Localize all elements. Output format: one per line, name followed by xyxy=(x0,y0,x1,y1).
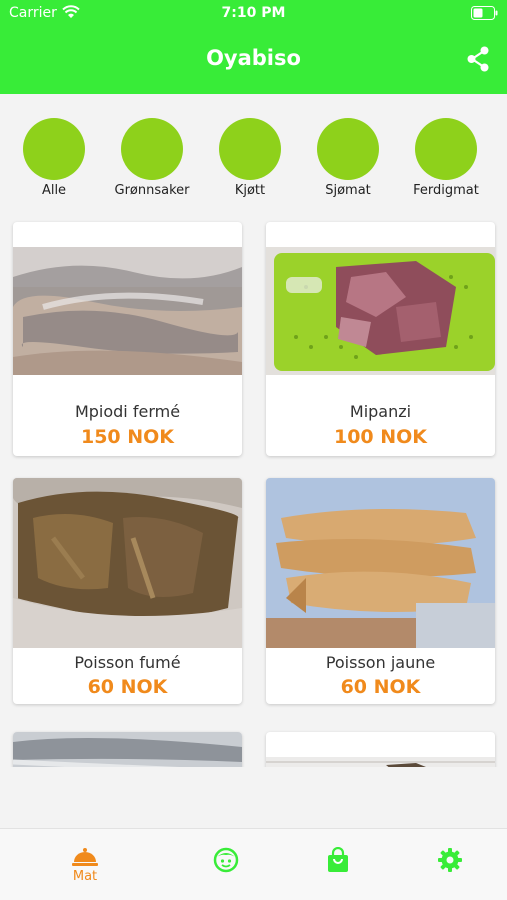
product-card[interactable]: Mipanzi 100 NOK xyxy=(266,222,495,456)
category-sjomat-circle xyxy=(317,118,379,180)
product-image xyxy=(266,247,495,375)
product-name: Mpiodi fermé xyxy=(74,402,181,421)
gear-icon xyxy=(438,848,462,872)
category-label: Grønnsaker xyxy=(114,183,190,198)
share-icon[interactable] xyxy=(465,46,491,72)
cloche-icon xyxy=(72,848,98,866)
status-time: 7:10 PM xyxy=(221,5,286,21)
category-label: Sjømat xyxy=(325,183,371,198)
tab-shop[interactable] xyxy=(308,847,368,873)
product-price: 60 NOK xyxy=(87,676,168,698)
product-image xyxy=(266,478,495,648)
tab-settings[interactable] xyxy=(420,847,480,873)
category-sjomat[interactable]: Sjømat xyxy=(300,118,396,198)
battery-icon xyxy=(471,6,498,20)
product-card[interactable]: Poisson fumé 60 NOK xyxy=(13,478,242,704)
category-ferdigmat[interactable]: Ferdigmat xyxy=(398,118,494,198)
product-image xyxy=(13,478,242,648)
app-header: Oyabiso xyxy=(0,28,507,94)
product-card[interactable]: Mpiodi fermé 150 NOK xyxy=(13,222,242,456)
category-gronnsaker[interactable]: Grønnsaker xyxy=(104,118,200,198)
face-icon xyxy=(213,847,239,873)
product-image xyxy=(266,757,495,767)
category-label: Kjøtt xyxy=(234,183,266,198)
tab-profile[interactable] xyxy=(196,847,256,873)
category-alle[interactable]: Alle xyxy=(6,118,102,198)
tab-mat[interactable]: Mat xyxy=(55,847,115,884)
tab-mat-label: Mat xyxy=(72,869,98,884)
status-bar: Carrier 7:10 PM xyxy=(0,0,507,28)
product-grid: Mpiodi fermé 150 NOK Mipanzi 100 NOK Poi… xyxy=(0,206,507,767)
category-label: Alle xyxy=(41,183,67,198)
product-card[interactable]: Poisson jaune 60 NOK xyxy=(266,478,495,704)
product-price: 150 NOK xyxy=(80,426,175,448)
bottom-tab-bar: Mat xyxy=(0,828,507,900)
product-card[interactable] xyxy=(266,732,495,767)
product-name: Poisson jaune xyxy=(325,653,436,672)
product-name: Poisson fumé xyxy=(74,653,181,672)
category-kjott-circle xyxy=(219,118,281,180)
product-image xyxy=(13,732,242,767)
category-gronnsaker-circle xyxy=(121,118,183,180)
category-kjott[interactable]: Kjøtt xyxy=(202,118,298,198)
page-title: Oyabiso xyxy=(206,46,301,70)
product-price: 100 NOK xyxy=(333,426,428,448)
product-name: Mipanzi xyxy=(349,402,412,421)
shopping-bag-icon xyxy=(328,847,348,872)
product-image xyxy=(13,247,242,375)
category-ferdigmat-circle xyxy=(415,118,477,180)
category-label: Ferdigmat xyxy=(413,183,479,198)
product-price: 60 NOK xyxy=(340,676,421,698)
product-card[interactable] xyxy=(13,732,242,767)
category-filter: Alle Grønnsaker Kjøtt Sjømat Ferdigmat xyxy=(0,94,507,206)
category-alle-circle xyxy=(23,118,85,180)
